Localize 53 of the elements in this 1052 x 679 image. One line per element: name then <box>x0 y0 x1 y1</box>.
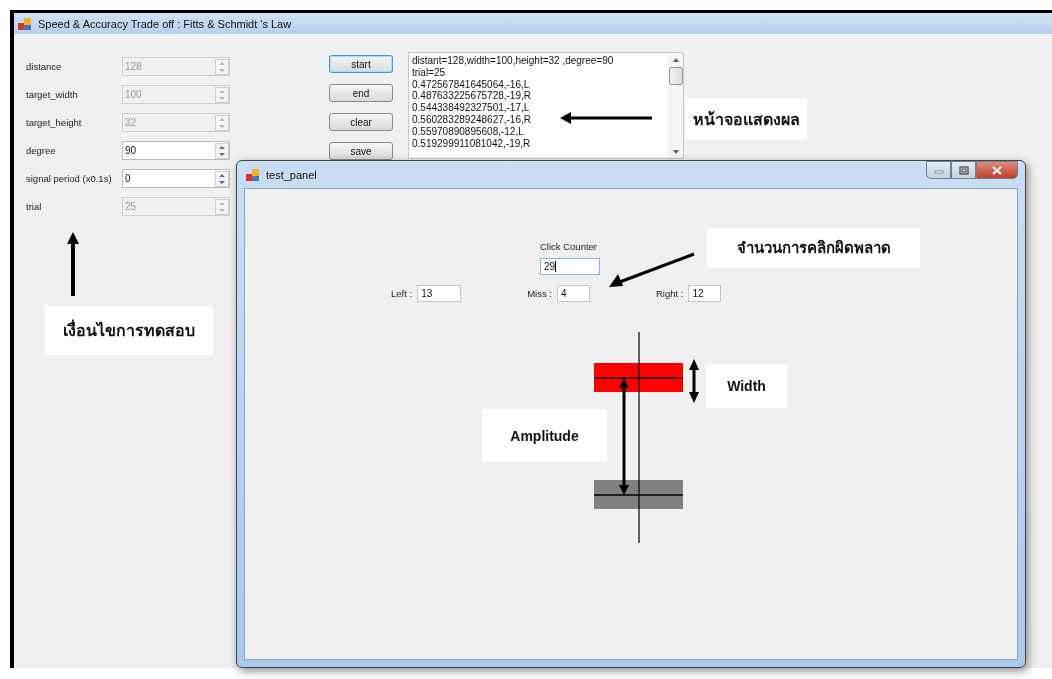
command-button[interactable]: start <box>329 55 393 73</box>
log-line: 0.560283289248627,-16,R <box>412 114 531 126</box>
maximize-icon[interactable] <box>958 165 969 175</box>
annotation-label: Amplitude <box>482 409 607 462</box>
scroll-thumb[interactable] <box>668 67 683 85</box>
field-label: target_height <box>26 117 83 128</box>
field-label: signal period (x0.1s) <box>26 173 113 184</box>
count-label: Miss : <box>527 288 552 299</box>
log-line: 0.55970890895608,-12,L <box>412 125 524 138</box>
command-button[interactable]: clear <box>329 113 393 131</box>
results-textbox[interactable]: distant=128,width=100,height=32 ,degree=90 trial=25 0.472567841645064,-16,L 0.487633225675728,-19,R 0.544338492327501,-17,L 0.560283289248627,-16,R 0.55970890895608,-12,L 0.519299911081042,-19,R <box>408 52 684 159</box>
width-arrow <box>689 359 699 403</box>
scroll-down-icon[interactable] <box>671 149 680 155</box>
close-button[interactable] <box>976 161 1018 179</box>
spin-arrows-icon[interactable] <box>215 142 229 159</box>
arrow-icon <box>560 112 652 124</box>
command-button[interactable]: end <box>329 84 393 102</box>
log-line: 0.544338492327501,-17,L <box>412 102 530 114</box>
count-field[interactable]: 12 <box>688 285 722 302</box>
window-title: Speed & Accuracy Trade off : Fitts & Schmidt 's Law <box>38 17 292 30</box>
window-title: test_panel <box>266 168 317 181</box>
count-field[interactable]: 4 <box>556 285 590 302</box>
log-line: distant=128,width=100,height=32 ,degree=90 <box>412 55 614 67</box>
click-counter-field[interactable]: 29 <box>540 258 600 275</box>
spin-field[interactable]: 0 <box>122 169 230 188</box>
spin-field[interactable]: 90 <box>122 141 230 160</box>
annotation-label: หน้าจอแสดงผล <box>685 98 807 140</box>
arrow-icon <box>67 232 79 296</box>
count-label: Left : <box>391 288 413 299</box>
counter-label: Click Counter <box>540 241 598 252</box>
annotation-label: เงื่อนไขการทดสอบ <box>45 306 213 355</box>
app-icon <box>18 16 32 31</box>
app-icon <box>246 167 260 182</box>
count-field[interactable]: 13 <box>417 285 462 302</box>
close-icon[interactable] <box>992 165 1002 175</box>
field-label: distance <box>26 61 63 72</box>
maximize-button[interactable] <box>951 161 976 179</box>
log-line: 0.487633225675728,-19,R <box>412 90 531 103</box>
arrow-icon <box>609 252 695 288</box>
log-line: 0.472567841645064,-16,L <box>412 78 530 91</box>
annotation-label: จำนวนการคลิกผิดพลาด <box>707 228 920 268</box>
annotation-label: Width <box>706 364 787 408</box>
field-label: trial <box>26 201 43 212</box>
field-label: target_width <box>26 89 79 100</box>
command-button[interactable]: save <box>329 142 393 160</box>
spin-arrows-icon[interactable] <box>215 170 229 187</box>
scrollbar[interactable] <box>668 53 683 158</box>
minimize-button[interactable] <box>926 161 951 179</box>
log-line: 0.519299911081042,-19,R <box>412 137 531 150</box>
field-label: degree <box>26 145 57 156</box>
scroll-up-icon[interactable] <box>671 57 680 63</box>
count-label: Right : <box>655 288 684 299</box>
log-line: trial=25 <box>412 66 446 79</box>
